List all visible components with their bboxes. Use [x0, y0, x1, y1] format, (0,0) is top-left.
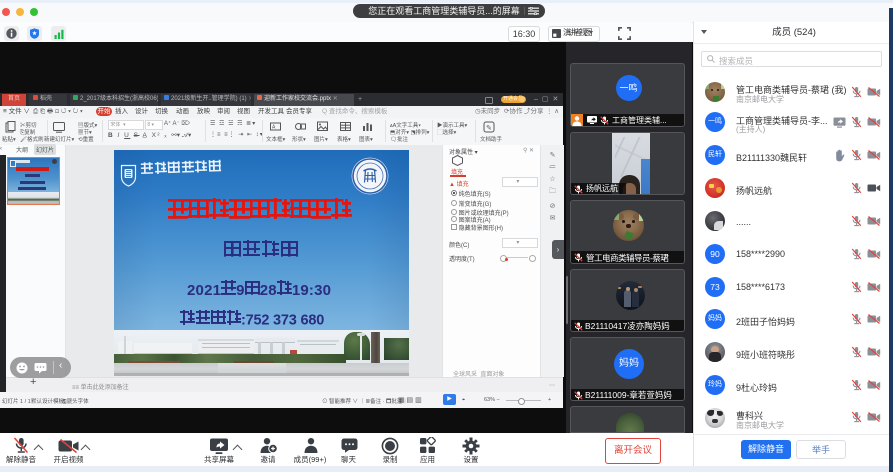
svg-text:✎: ✎: [486, 125, 492, 132]
